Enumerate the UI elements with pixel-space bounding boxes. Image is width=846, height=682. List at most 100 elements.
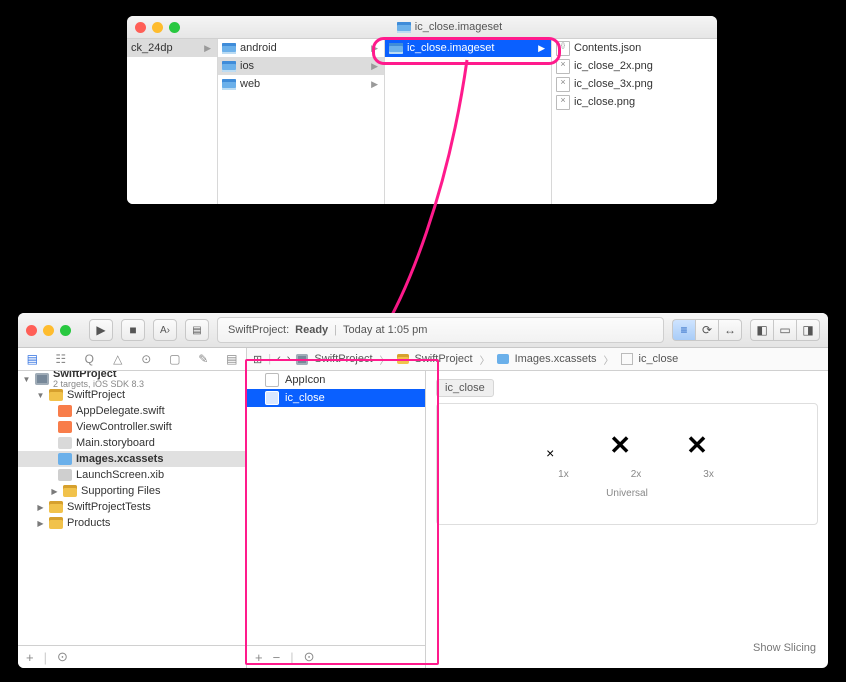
disclosure-triangle-icon[interactable]: ▶ [36, 519, 45, 528]
finder-column-3[interactable]: Contents.json ic_close_2x.png ic_close_3… [552, 39, 717, 204]
finder-item[interactable]: ic_close_3x.png [552, 75, 717, 93]
scheme-button[interactable]: A› [153, 319, 177, 341]
test-navigator-tab[interactable]: ⊙ [139, 352, 153, 366]
run-button[interactable]: ▶ [89, 319, 113, 341]
disclosure-triangle-icon[interactable]: ▼ [36, 391, 45, 400]
chevron-right-icon: 〉 [479, 352, 491, 367]
scale-labels: 1x 2x 3x [540, 469, 714, 480]
debug-navigator-tab[interactable]: ▢ [168, 352, 182, 366]
report-navigator-tab[interactable]: ▤ [225, 352, 239, 366]
back-button[interactable]: ‹ [277, 353, 281, 365]
file-node[interactable]: Main.storyboard [18, 435, 246, 451]
image-well-card[interactable]: × ✕ ✕ 1x 2x 3x Universal [436, 403, 818, 525]
panel-visibility-segment[interactable]: ◧ ▭ ◨ [750, 319, 820, 341]
file-node-selected[interactable]: Images.xcassets [18, 451, 246, 467]
file-node[interactable]: LaunchScreen.xib [18, 467, 246, 483]
zoom-window-button[interactable] [60, 325, 71, 336]
standard-editor-button[interactable]: ≡ [672, 319, 695, 341]
project-tree[interactable]: ▼ SwiftProject 2 targets, iOS SDK 8.3 ▼ … [18, 371, 246, 645]
close-window-button[interactable] [26, 325, 37, 336]
jump-bar[interactable]: ⊞ | ‹ › SwiftProject 〉 SwiftProject 〉 Im… [247, 348, 828, 371]
toggle-navigator-button[interactable]: ◧ [750, 319, 773, 341]
jump-segment[interactable]: ic_close [639, 353, 679, 365]
scheme-destination[interactable]: ▤ [185, 319, 209, 341]
jump-segment[interactable]: SwiftProject [415, 353, 473, 365]
idiom-label: Universal [606, 488, 648, 499]
chevron-right-icon: 〉 [379, 352, 391, 367]
close-icon[interactable]: × [546, 445, 554, 461]
asset-item-selected[interactable]: ic_close [247, 389, 425, 407]
symbol-navigator-tab[interactable]: ☷ [54, 352, 68, 366]
assistant-editor-button[interactable]: ⟳ [695, 319, 718, 341]
group-node[interactable]: ▶ SwiftProjectTests [18, 499, 246, 515]
file-node[interactable]: ViewController.swift [18, 419, 246, 435]
project-navigator-tab[interactable]: ▤ [25, 352, 39, 366]
minimize-window-button[interactable] [152, 22, 163, 33]
project-icon [35, 373, 49, 385]
window-controls [135, 22, 180, 33]
filter-asset-button[interactable]: ⊙ [304, 649, 315, 665]
close-icon[interactable]: ✕ [686, 430, 708, 461]
png-file-icon [556, 59, 570, 74]
finder-item-label: Contents.json [574, 42, 641, 54]
group-node[interactable]: ▶ Products [18, 515, 246, 531]
asset-outline[interactable]: AppIcon ic_close + − | ⊙ [247, 371, 426, 668]
asset-catalog-icon [497, 354, 509, 364]
group-node[interactable]: ▼ SwiftProject [18, 387, 246, 403]
group-node[interactable]: ▶ Supporting Files [18, 483, 246, 499]
finder-item[interactable]: ios ▶ [218, 57, 384, 75]
toggle-debug-button[interactable]: ▭ [773, 319, 796, 341]
disclosure-triangle-icon[interactable]: ▼ [22, 375, 31, 384]
toggle-utilities-button[interactable]: ◨ [796, 319, 820, 341]
image-wells: × ✕ ✕ [546, 430, 708, 461]
finder-item-selected[interactable]: ic_close.imageset ▶ [385, 39, 551, 57]
navigator-panel: ▤ ☷ Q △ ⊙ ▢ ✎ ▤ ▼ SwiftProject 2 targets… [18, 348, 247, 668]
folder-icon [389, 43, 403, 54]
breakpoint-navigator-tab[interactable]: ✎ [196, 352, 210, 366]
finder-item[interactable]: ck_24dp ▶ [127, 39, 217, 57]
file-node[interactable]: AppDelegate.swift [18, 403, 246, 419]
finder-column-0[interactable]: ck_24dp ▶ [127, 39, 218, 204]
add-asset-button[interactable]: + [255, 650, 263, 665]
find-navigator-tab[interactable]: Q [82, 352, 96, 366]
version-editor-button[interactable]: ↔ [718, 319, 742, 341]
zoom-window-button[interactable] [169, 22, 180, 33]
chevron-right-icon: 〉 [603, 352, 615, 367]
forward-button[interactable]: › [287, 353, 291, 365]
close-icon[interactable]: ✕ [609, 430, 631, 461]
close-window-button[interactable] [135, 22, 146, 33]
status-time: Today at 1:05 pm [343, 324, 427, 336]
filter-button[interactable]: ⊙ [57, 649, 68, 665]
remove-asset-button[interactable]: − [273, 650, 281, 665]
finder-item[interactable]: android ▶ [218, 39, 384, 57]
finder-item-label: web [240, 78, 260, 90]
image-set-icon [265, 391, 279, 405]
finder-column-1[interactable]: android ▶ ios ▶ web ▶ [218, 39, 385, 204]
minimize-window-button[interactable] [43, 325, 54, 336]
project-root-node[interactable]: ▼ SwiftProject 2 targets, iOS SDK 8.3 [18, 371, 246, 387]
chevron-right-icon: ▶ [371, 79, 378, 90]
asset-item[interactable]: AppIcon [247, 371, 425, 389]
jump-segment[interactable]: SwiftProject [314, 353, 372, 365]
editor-mode-segment[interactable]: ≡ ⟳ ↔ [672, 319, 742, 341]
finder-item[interactable]: web ▶ [218, 75, 384, 93]
add-button[interactable]: + [26, 650, 34, 665]
related-items-icon[interactable]: ⊞ [253, 353, 262, 366]
disclosure-triangle-icon[interactable]: ▶ [50, 487, 59, 496]
scale-label: 2x [631, 469, 642, 480]
folder-icon [49, 517, 63, 529]
navigator-tabs[interactable]: ▤ ☷ Q △ ⊙ ▢ ✎ ▤ [18, 348, 246, 371]
disclosure-triangle-icon[interactable]: ▶ [36, 503, 45, 512]
finder-item[interactable]: ic_close.png [552, 93, 717, 111]
play-icon: ▶ [96, 323, 105, 337]
jump-segment[interactable]: Images.xcassets [515, 353, 597, 365]
stop-button[interactable]: ■ [121, 319, 145, 341]
status-project: SwiftProject: [228, 324, 289, 336]
left-pane-icon: ◧ [756, 323, 767, 337]
finder-item[interactable]: ic_close_2x.png [552, 57, 717, 75]
issue-navigator-tab[interactable]: △ [111, 352, 125, 366]
finder-item[interactable]: Contents.json [552, 39, 717, 57]
show-slicing-button[interactable]: Show Slicing [436, 636, 818, 660]
asset-title-chip: ic_close [436, 379, 494, 397]
finder-column-2[interactable]: ic_close.imageset ▶ [385, 39, 552, 204]
